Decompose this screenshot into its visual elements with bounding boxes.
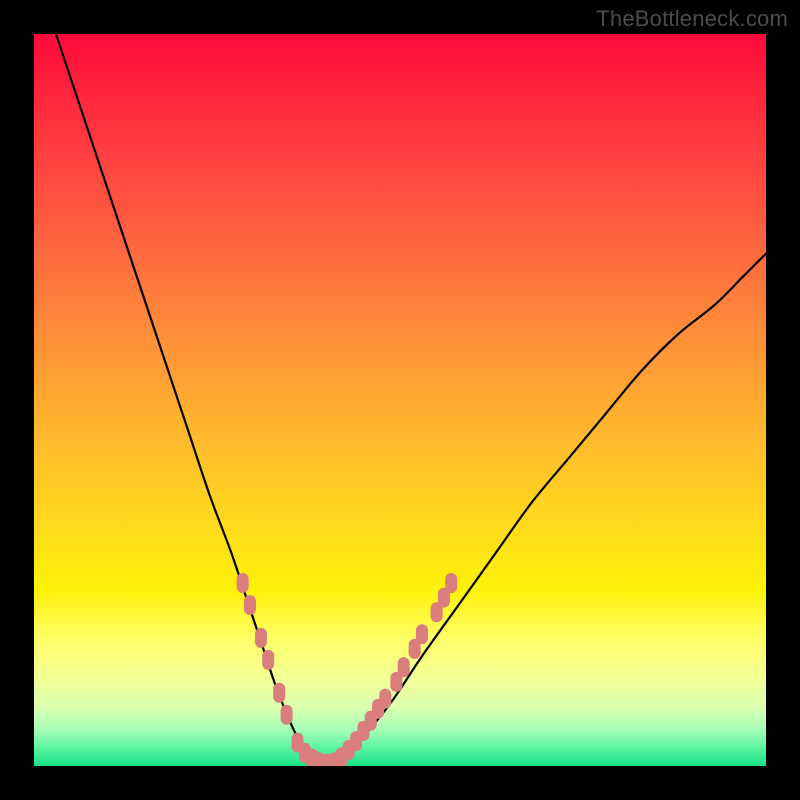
chart-svg <box>34 34 766 766</box>
highlight-markers <box>237 573 458 766</box>
marker-point <box>416 624 428 644</box>
marker-point <box>273 683 285 703</box>
marker-point <box>237 573 249 593</box>
marker-point <box>445 573 457 593</box>
marker-point <box>255 628 267 648</box>
marker-point <box>398 657 410 677</box>
plot-area <box>34 34 766 766</box>
marker-point <box>244 595 256 615</box>
watermark-text: TheBottleneck.com <box>596 6 788 32</box>
marker-point <box>281 705 293 725</box>
marker-point <box>262 650 274 670</box>
marker-point <box>379 689 391 709</box>
chart-frame: TheBottleneck.com <box>0 0 800 800</box>
